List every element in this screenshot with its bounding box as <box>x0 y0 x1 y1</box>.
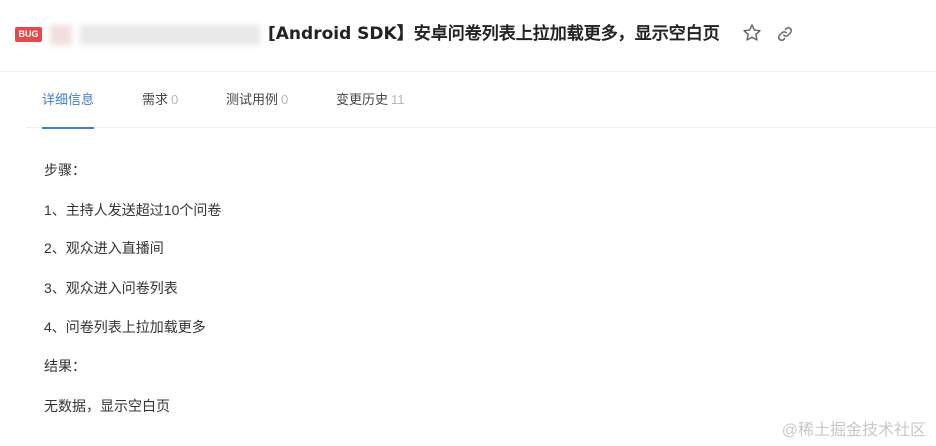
issue-title: [Android SDK】安卓问卷列表上拉加载更多，显示空白页 <box>268 24 720 44</box>
tab-count: 0 <box>281 92 289 107</box>
result-heading: 结果： <box>44 358 86 374</box>
tab-count: 0 <box>171 92 179 107</box>
tab-test-cases[interactable]: 测试用例 0 <box>226 73 288 128</box>
tab-label: 测试用例 <box>226 92 279 107</box>
step-3: 3、观众进入问卷列表 <box>44 280 178 296</box>
link-icon[interactable] <box>775 24 795 44</box>
star-icon[interactable] <box>741 22 763 44</box>
tab-details[interactable]: 详细信息 <box>42 73 95 129</box>
tab-count: 11 <box>391 92 405 107</box>
tab-change-history[interactable]: 变更历史 11 <box>336 73 405 128</box>
result-text: 无数据，显示空白页 <box>44 398 170 414</box>
step-2: 2、观众进入直播间 <box>44 240 164 256</box>
steps-heading: 步骤： <box>44 162 86 178</box>
step-1: 1、主持人发送超过10个问卷 <box>44 202 222 218</box>
redacted-block <box>80 25 260 45</box>
tab-label: 详细信息 <box>42 92 95 107</box>
step-4: 4、问卷列表上拉加载更多 <box>44 319 206 335</box>
tab-label: 变更历史 <box>336 92 389 107</box>
redacted-block <box>50 25 72 45</box>
tab-requirements[interactable]: 需求 0 <box>142 73 178 128</box>
issue-header: BUG [Android SDK】安卓问卷列表上拉加载更多，显示空白页 <box>0 0 936 72</box>
bug-badge: BUG <box>15 27 42 42</box>
tab-bar: 详细信息 需求 0 测试用例 0 变更历史 11 <box>26 73 936 129</box>
tab-label: 需求 <box>142 92 169 107</box>
watermark: @稀土掘金技术社区 <box>781 422 926 439</box>
